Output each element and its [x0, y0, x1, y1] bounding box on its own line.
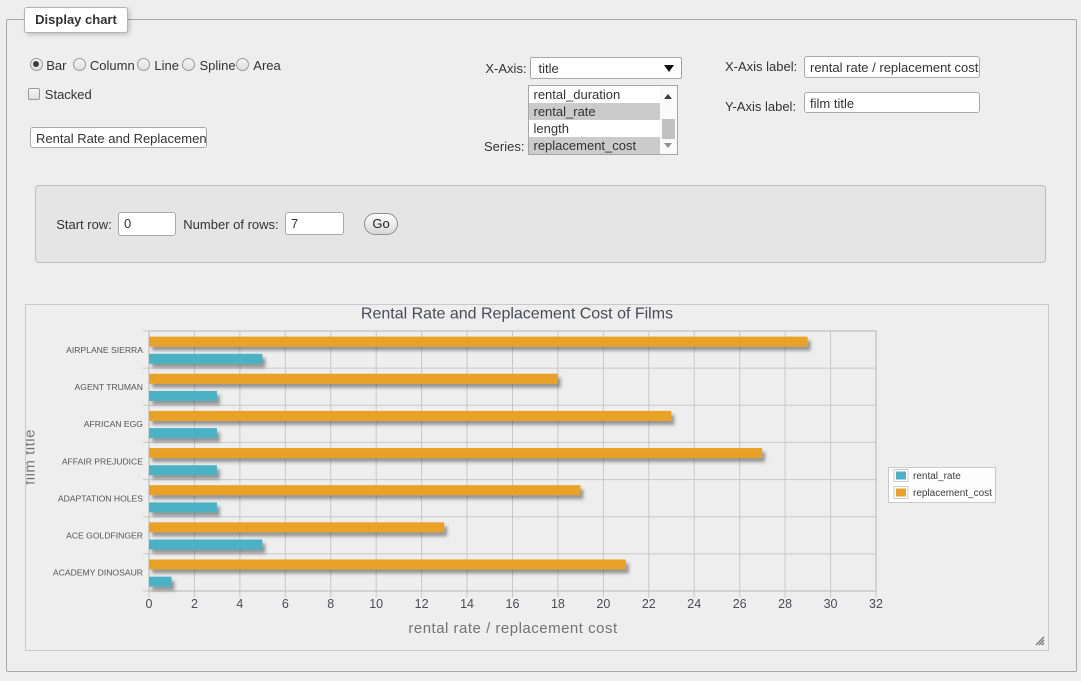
svg-text:AFFAIR PREJUDICE: AFFAIR PREJUDICE [62, 456, 143, 466]
svg-text:28: 28 [778, 597, 792, 611]
svg-text:32: 32 [869, 597, 883, 611]
svg-text:22: 22 [642, 597, 656, 611]
svg-text:Rental Rate and Replacement Co: Rental Rate and Replacement Cost of Film… [361, 306, 673, 323]
svg-text:film title: film title [26, 429, 39, 485]
svg-text:ACE GOLDFINGER: ACE GOLDFINGER [66, 531, 143, 541]
svg-text:4: 4 [236, 597, 243, 611]
svg-text:AGENT TRUMAN: AGENT TRUMAN [75, 382, 143, 392]
svg-text:replacement_cost: replacement_cost [913, 488, 992, 499]
svg-text:16: 16 [506, 597, 520, 611]
svg-text:12: 12 [415, 597, 429, 611]
svg-text:0: 0 [146, 597, 153, 611]
svg-text:ADAPTATION HOLES: ADAPTATION HOLES [58, 493, 143, 503]
svg-text:AFRICAN EGG: AFRICAN EGG [84, 419, 144, 429]
svg-text:AIRPLANE SIERRA: AIRPLANE SIERRA [66, 345, 143, 355]
svg-text:ACADEMY DINOSAUR: ACADEMY DINOSAUR [53, 568, 143, 578]
svg-text:30: 30 [824, 597, 838, 611]
svg-text:14: 14 [460, 597, 474, 611]
svg-text:rental_rate: rental_rate [913, 471, 961, 482]
svg-text:10: 10 [369, 597, 383, 611]
svg-text:8: 8 [327, 597, 334, 611]
svg-text:18: 18 [551, 597, 565, 611]
svg-text:26: 26 [733, 597, 747, 611]
svg-text:20: 20 [596, 597, 610, 611]
svg-text:24: 24 [687, 597, 701, 611]
svg-text:rental rate / replacement cost: rental rate / replacement cost [408, 620, 618, 637]
svg-text:2: 2 [191, 597, 198, 611]
svg-text:6: 6 [282, 597, 289, 611]
